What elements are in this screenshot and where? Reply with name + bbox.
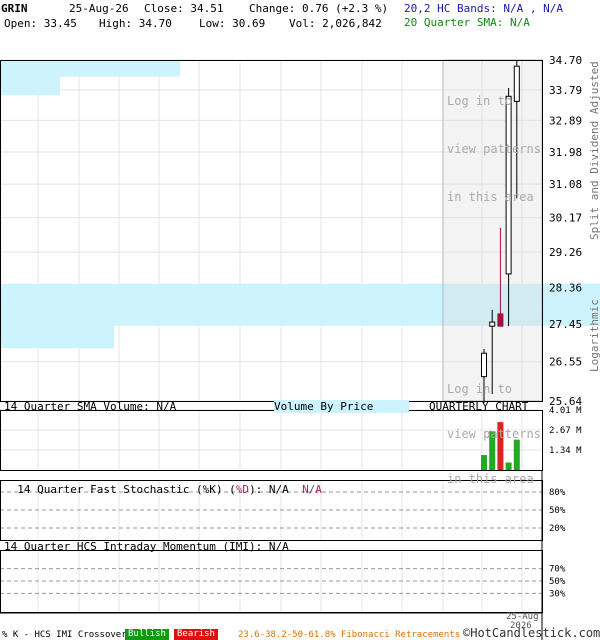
imi-grid xyxy=(0,550,542,612)
sma20-legend: 20 Quarter SMA: N/A xyxy=(404,16,530,29)
price-tick-label: 29.26 xyxy=(549,246,582,259)
volume-by-price-bar xyxy=(0,76,60,96)
oscillator-tick-label: 30% xyxy=(549,589,566,599)
volume-sma-label: 14 Quarter SMA Volume: N/A xyxy=(4,400,177,413)
close-value: Close: 34.51 xyxy=(144,2,224,15)
volume-tick-label: 4.01 M xyxy=(549,406,582,416)
price-tick-label: 32.89 xyxy=(549,114,582,127)
open-value: Open: 33.45 xyxy=(4,17,77,30)
stochastic-na2: N/A xyxy=(302,483,322,496)
price-tick-label: 34.70 xyxy=(549,54,582,67)
oscillator-tick-label: 20% xyxy=(549,524,566,534)
login-line: in this area xyxy=(447,190,534,204)
stochastic-sep: ) ( xyxy=(215,483,236,496)
stochastic-k: %K xyxy=(202,483,216,496)
stochastic-tail: ): N/A xyxy=(249,483,289,496)
fib-legend: 23.6-38.2-50-61.8% Fibonacci Retracement… xyxy=(238,630,461,640)
copyright[interactable]: ©HotCandlestick.com xyxy=(463,627,600,640)
ticker: GRIN xyxy=(1,2,28,15)
login-line: Log in to xyxy=(447,382,513,396)
bullish-badge: Bullish xyxy=(125,629,169,640)
oscillator-tick-label: 70% xyxy=(549,565,566,575)
price-tick-label: 26.55 xyxy=(549,356,582,369)
login-line: view patterns xyxy=(447,427,541,441)
volume-by-price-bar xyxy=(0,60,180,77)
login-line: view patterns xyxy=(447,142,541,156)
panel-frame xyxy=(0,550,543,613)
price-tick-label: 31.98 xyxy=(549,146,582,159)
volume-tick-label: 2.67 M xyxy=(549,426,582,436)
oscillator-tick-label: 80% xyxy=(549,488,566,498)
low-value: Low: 30.69 xyxy=(199,17,266,30)
hc-bands-legend: 20,2 HC Bands: N/A , N/A xyxy=(404,2,563,15)
y-tick-labels: 34.70 33.79 32.89 31.98 31.08 30.17 29.26 28.36… xyxy=(549,54,582,599)
volume-by-price-label: Volume By Price xyxy=(274,400,410,413)
price-tick-label: 33.79 xyxy=(549,84,582,97)
login-note-top[interactable]: Log in to view patterns in this area xyxy=(447,61,541,221)
candle-body xyxy=(489,321,496,327)
high-value: High: 34.70 xyxy=(99,17,172,30)
login-line: Log in to xyxy=(447,94,513,108)
login-note-bottom[interactable]: Log in to view patterns in this area xyxy=(447,352,541,502)
side-label-split: Split and Dividend Adjusted xyxy=(588,61,600,240)
price-tick-label: 27.45 xyxy=(549,318,582,331)
side-label-log: Logarithmic xyxy=(588,299,600,372)
stochastic-label: 14 Quarter Fast Stochastic (%K) (%D): N/… xyxy=(4,470,322,496)
oscillator-tick-label: 50% xyxy=(549,577,566,587)
stochastic-d: %D xyxy=(235,483,250,496)
chart-period-label: QUARTERLY CHART xyxy=(429,400,529,413)
login-line: in this area xyxy=(447,472,534,486)
candle-body xyxy=(497,313,504,327)
volume-tick-label: 1.34 M xyxy=(549,446,582,456)
change-value: Change: 0.76 (+2.3 %) xyxy=(249,2,389,15)
price-tick-label: 28.36 xyxy=(549,281,582,294)
stochastic-label-main: 14 Quarter Fast Stochastic ( xyxy=(17,483,203,496)
volume-by-price-bar xyxy=(0,325,114,349)
price-tick-label: 30.17 xyxy=(549,212,582,225)
crossover-legend: % K - HCS IMI Crossover, xyxy=(2,630,133,640)
bearish-badge: Bearish xyxy=(174,629,218,640)
imi-label: 14 Quarter HCS Intraday Momentum (IMI): … xyxy=(4,540,289,553)
quote-date: 25-Aug-26 xyxy=(69,2,129,15)
volume-value: Vol: 2,026,842 xyxy=(289,17,382,30)
price-tick-label: 31.08 xyxy=(549,178,582,191)
oscillator-tick-label: 50% xyxy=(549,506,566,516)
